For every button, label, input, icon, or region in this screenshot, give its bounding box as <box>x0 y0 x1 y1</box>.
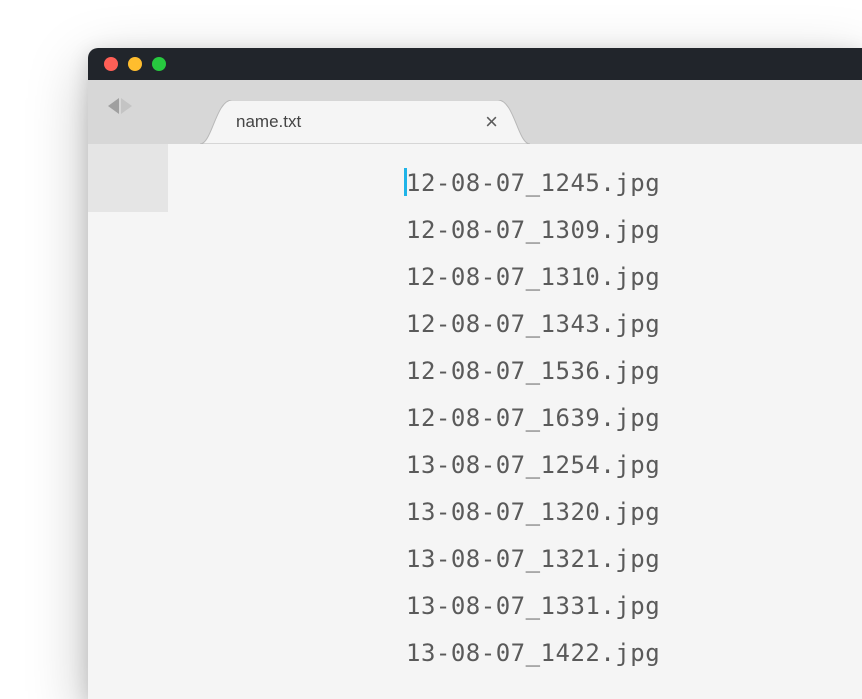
code-line[interactable]: 13-08-07_1254.jpg <box>406 442 862 489</box>
editor-body: 12-08-07_1245.jpg 12-08-07_1309.jpg 12-0… <box>88 144 862 699</box>
code-line[interactable]: 12-08-07_1309.jpg <box>406 207 862 254</box>
gutter <box>88 144 168 212</box>
code-line[interactable]: 13-08-07_1422.jpg <box>406 630 862 677</box>
code-line[interactable]: 13-08-07_1331.jpg <box>406 583 862 630</box>
code-line[interactable]: 13-08-07_1321.jpg <box>406 536 862 583</box>
editor-text[interactable]: 12-08-07_1245.jpg 12-08-07_1309.jpg 12-0… <box>168 144 862 677</box>
code-line[interactable]: 12-08-07_1310.jpg <box>406 254 862 301</box>
code-line[interactable]: 12-08-07_1639.jpg <box>406 395 862 442</box>
code-line[interactable]: 12-08-07_1343.jpg <box>406 301 862 348</box>
text-cursor <box>404 168 407 196</box>
editor-area[interactable]: 12-08-07_1245.jpg 12-08-07_1309.jpg 12-0… <box>168 144 862 699</box>
code-line[interactable]: 12-08-07_1536.jpg <box>406 348 862 395</box>
nav-forward-icon[interactable] <box>121 98 132 114</box>
code-line[interactable]: 12-08-07_1245.jpg <box>406 160 862 207</box>
editor-window: name.txt × 12-08-07_1245.jpg 12-08-07_13… <box>88 48 862 699</box>
maximize-window-button[interactable] <box>152 57 166 71</box>
tab-label: name.txt <box>236 112 301 132</box>
nav-back-icon[interactable] <box>108 98 119 114</box>
code-line[interactable]: 13-08-07_1320.jpg <box>406 489 862 536</box>
tab-close-icon[interactable]: × <box>485 111 498 133</box>
nav-arrows <box>108 98 132 114</box>
close-window-button[interactable] <box>104 57 118 71</box>
tab-bar: name.txt × <box>88 80 862 144</box>
minimize-window-button[interactable] <box>128 57 142 71</box>
window-titlebar[interactable] <box>88 48 862 80</box>
file-tab[interactable]: name.txt × <box>200 100 530 144</box>
